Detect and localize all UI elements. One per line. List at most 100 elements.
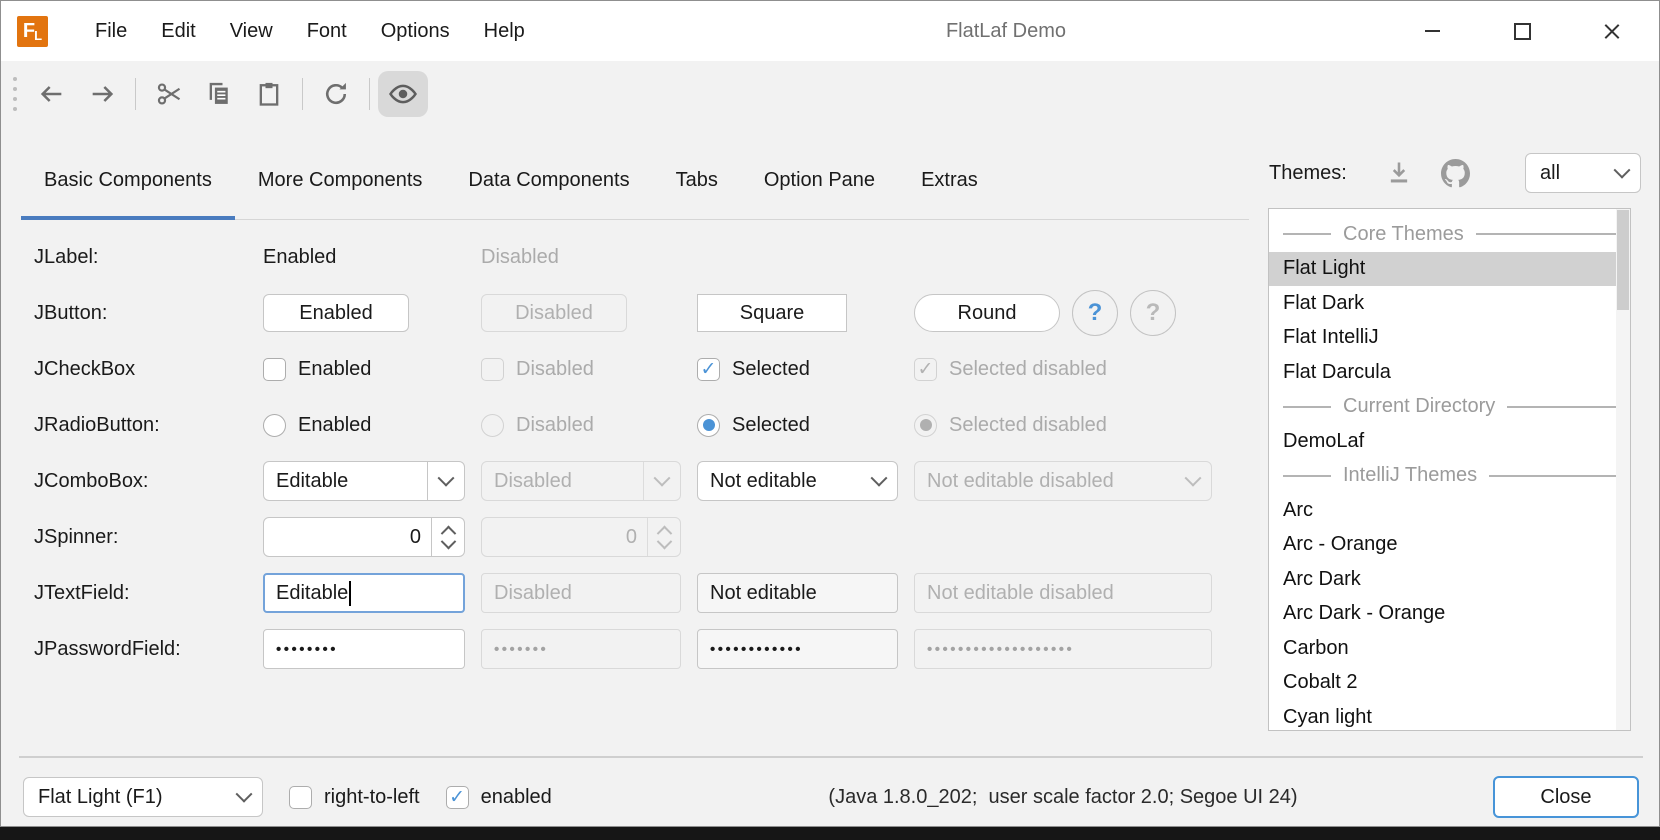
enabled-checkbox[interactable]: ✓ enabled xyxy=(446,786,552,809)
themes-scrollbar[interactable] xyxy=(1616,209,1630,730)
forward-button[interactable] xyxy=(77,71,127,117)
toolbar xyxy=(1,61,1659,127)
radio-label: Selected xyxy=(732,414,810,437)
scrollbar-thumb[interactable] xyxy=(1617,210,1629,310)
spinner-buttons[interactable] xyxy=(431,518,464,556)
show-hide-toggle-button[interactable] xyxy=(378,71,428,117)
combobox-value: Disabled xyxy=(494,470,572,493)
checkbox-label: right-to-left xyxy=(324,786,420,809)
paste-button[interactable] xyxy=(244,71,294,117)
theme-item-cyan-light[interactable]: Cyan light xyxy=(1269,700,1630,731)
maximize-icon xyxy=(1514,23,1531,40)
combobox-arrow-button[interactable] xyxy=(861,462,897,500)
radio-label: Selected disabled xyxy=(949,414,1107,437)
combobox-arrow-button[interactable] xyxy=(226,778,262,816)
spinner-enabled[interactable]: 0 xyxy=(263,517,465,557)
copy-button[interactable] xyxy=(194,71,244,117)
cut-button[interactable] xyxy=(144,71,194,117)
square-button[interactable]: Square xyxy=(697,294,847,332)
checkbox-enabled[interactable]: Enabled xyxy=(263,358,465,381)
cut-icon xyxy=(155,80,183,108)
checkbox-selected[interactable]: ✓ Selected xyxy=(697,358,898,381)
status-text: (Java 1.8.0_202; user scale factor 2.0; … xyxy=(753,786,1373,809)
theme-item-arc-orange[interactable]: Arc - Orange xyxy=(1269,528,1630,563)
textfield-value: Not editable xyxy=(710,582,817,605)
tab-more-components[interactable]: More Components xyxy=(235,141,446,219)
window-title: FlatLaf Demo xyxy=(881,20,1131,43)
laf-combobox-value: Flat Light (F1) xyxy=(38,786,162,809)
checkbox-label: enabled xyxy=(481,786,552,809)
theme-item-flat-dark[interactable]: Flat Dark xyxy=(1269,286,1630,321)
theme-item-flat-intellij[interactable]: Flat IntelliJ xyxy=(1269,321,1630,356)
combobox-value: Not editable disabled xyxy=(927,470,1114,493)
theme-item-cobalt-2[interactable]: Cobalt 2 xyxy=(1269,666,1630,701)
menu-view[interactable]: View xyxy=(213,1,290,61)
menu-font[interactable]: Font xyxy=(290,1,364,61)
chevron-down-icon xyxy=(1185,470,1202,487)
menu-help[interactable]: Help xyxy=(467,1,542,61)
textfield-not-editable[interactable]: Not editable xyxy=(697,573,898,613)
round-button[interactable]: Round xyxy=(914,294,1060,332)
menu-options[interactable]: Options xyxy=(364,1,467,61)
minimize-button[interactable] xyxy=(1387,1,1477,61)
tab-extras[interactable]: Extras xyxy=(898,141,1001,219)
theme-item-flat-light[interactable]: Flat Light xyxy=(1269,252,1630,287)
password-dots: •••••••• xyxy=(276,641,338,658)
theme-item-arc[interactable]: Arc xyxy=(1269,493,1630,528)
toolbar-grip-handle[interactable] xyxy=(13,77,17,111)
back-arrow-icon xyxy=(38,80,66,108)
jbutton-row-label: JButton: xyxy=(34,302,263,325)
theme-item-demolaf[interactable]: DemoLaf xyxy=(1269,424,1630,459)
app-logo-icon: F L xyxy=(17,16,48,47)
jtextfield-row: JTextField: Editable Disabled Not editab… xyxy=(34,565,1228,621)
combobox-not-editable[interactable]: Not editable xyxy=(697,461,898,501)
tab-basic-components[interactable]: Basic Components xyxy=(21,141,235,219)
password-dots: •••••••••••• xyxy=(710,641,803,658)
checkbox-checked-icon: ✓ xyxy=(697,358,720,381)
tab-bar: Basic Components More Components Data Co… xyxy=(21,141,1249,220)
close-button[interactable]: Close xyxy=(1493,776,1639,818)
minimize-icon xyxy=(1425,30,1440,32)
paste-icon xyxy=(255,80,283,108)
close-window-button[interactable] xyxy=(1567,1,1657,61)
download-themes-button[interactable] xyxy=(1385,159,1413,187)
list-separator-current-directory: Current Directory xyxy=(1269,390,1630,425)
theme-item-arc-dark-orange[interactable]: Arc Dark - Orange xyxy=(1269,597,1630,632)
tab-tabs[interactable]: Tabs xyxy=(653,141,741,219)
theme-item-carbon[interactable]: Carbon xyxy=(1269,631,1630,666)
refresh-button[interactable] xyxy=(311,71,361,117)
combobox-value: Not editable xyxy=(710,470,817,493)
right-to-left-checkbox[interactable]: right-to-left xyxy=(289,786,420,809)
passwordfield-editable[interactable]: •••••••• xyxy=(263,629,465,669)
menu-edit[interactable]: Edit xyxy=(144,1,212,61)
textfield-editable[interactable]: Editable xyxy=(263,573,465,613)
maximize-button[interactable] xyxy=(1477,1,1567,61)
help-button[interactable]: ? xyxy=(1072,290,1118,336)
themes-filter-combobox[interactable]: all xyxy=(1525,153,1641,193)
radio-enabled[interactable]: Enabled xyxy=(263,414,465,437)
enabled-button[interactable]: Enabled xyxy=(263,294,409,332)
laf-combobox[interactable]: Flat Light (F1) xyxy=(23,777,263,817)
combobox-editable[interactable]: Editable xyxy=(263,461,465,501)
github-button[interactable] xyxy=(1441,159,1470,188)
combobox-arrow-button[interactable] xyxy=(1604,154,1640,192)
chevron-down-icon xyxy=(871,470,888,487)
label-enabled: Enabled xyxy=(263,246,336,269)
radio-selected[interactable]: Selected xyxy=(697,414,898,437)
theme-item-flat-darcula[interactable]: Flat Darcula xyxy=(1269,355,1630,390)
tab-data-components[interactable]: Data Components xyxy=(445,141,652,219)
jpasswordfield-row-label: JPasswordField: xyxy=(34,638,263,661)
check-icon: ✓ xyxy=(449,788,465,807)
jtextfield-row-label: JTextField: xyxy=(34,582,263,605)
spinner-buttons xyxy=(647,518,680,556)
passwordfield-not-editable[interactable]: •••••••••••• xyxy=(697,629,898,669)
theme-item-arc-dark[interactable]: Arc Dark xyxy=(1269,562,1630,597)
combobox-arrow-button[interactable] xyxy=(427,462,464,500)
back-button[interactable] xyxy=(27,71,77,117)
spinner-value: 0 xyxy=(482,518,647,556)
textfield-disabled: Disabled xyxy=(481,573,681,613)
menu-file[interactable]: File xyxy=(78,1,144,61)
tab-option-pane[interactable]: Option Pane xyxy=(741,141,898,219)
jradiobutton-row-label: JRadioButton: xyxy=(34,414,263,437)
spinner-value[interactable]: 0 xyxy=(264,518,431,556)
